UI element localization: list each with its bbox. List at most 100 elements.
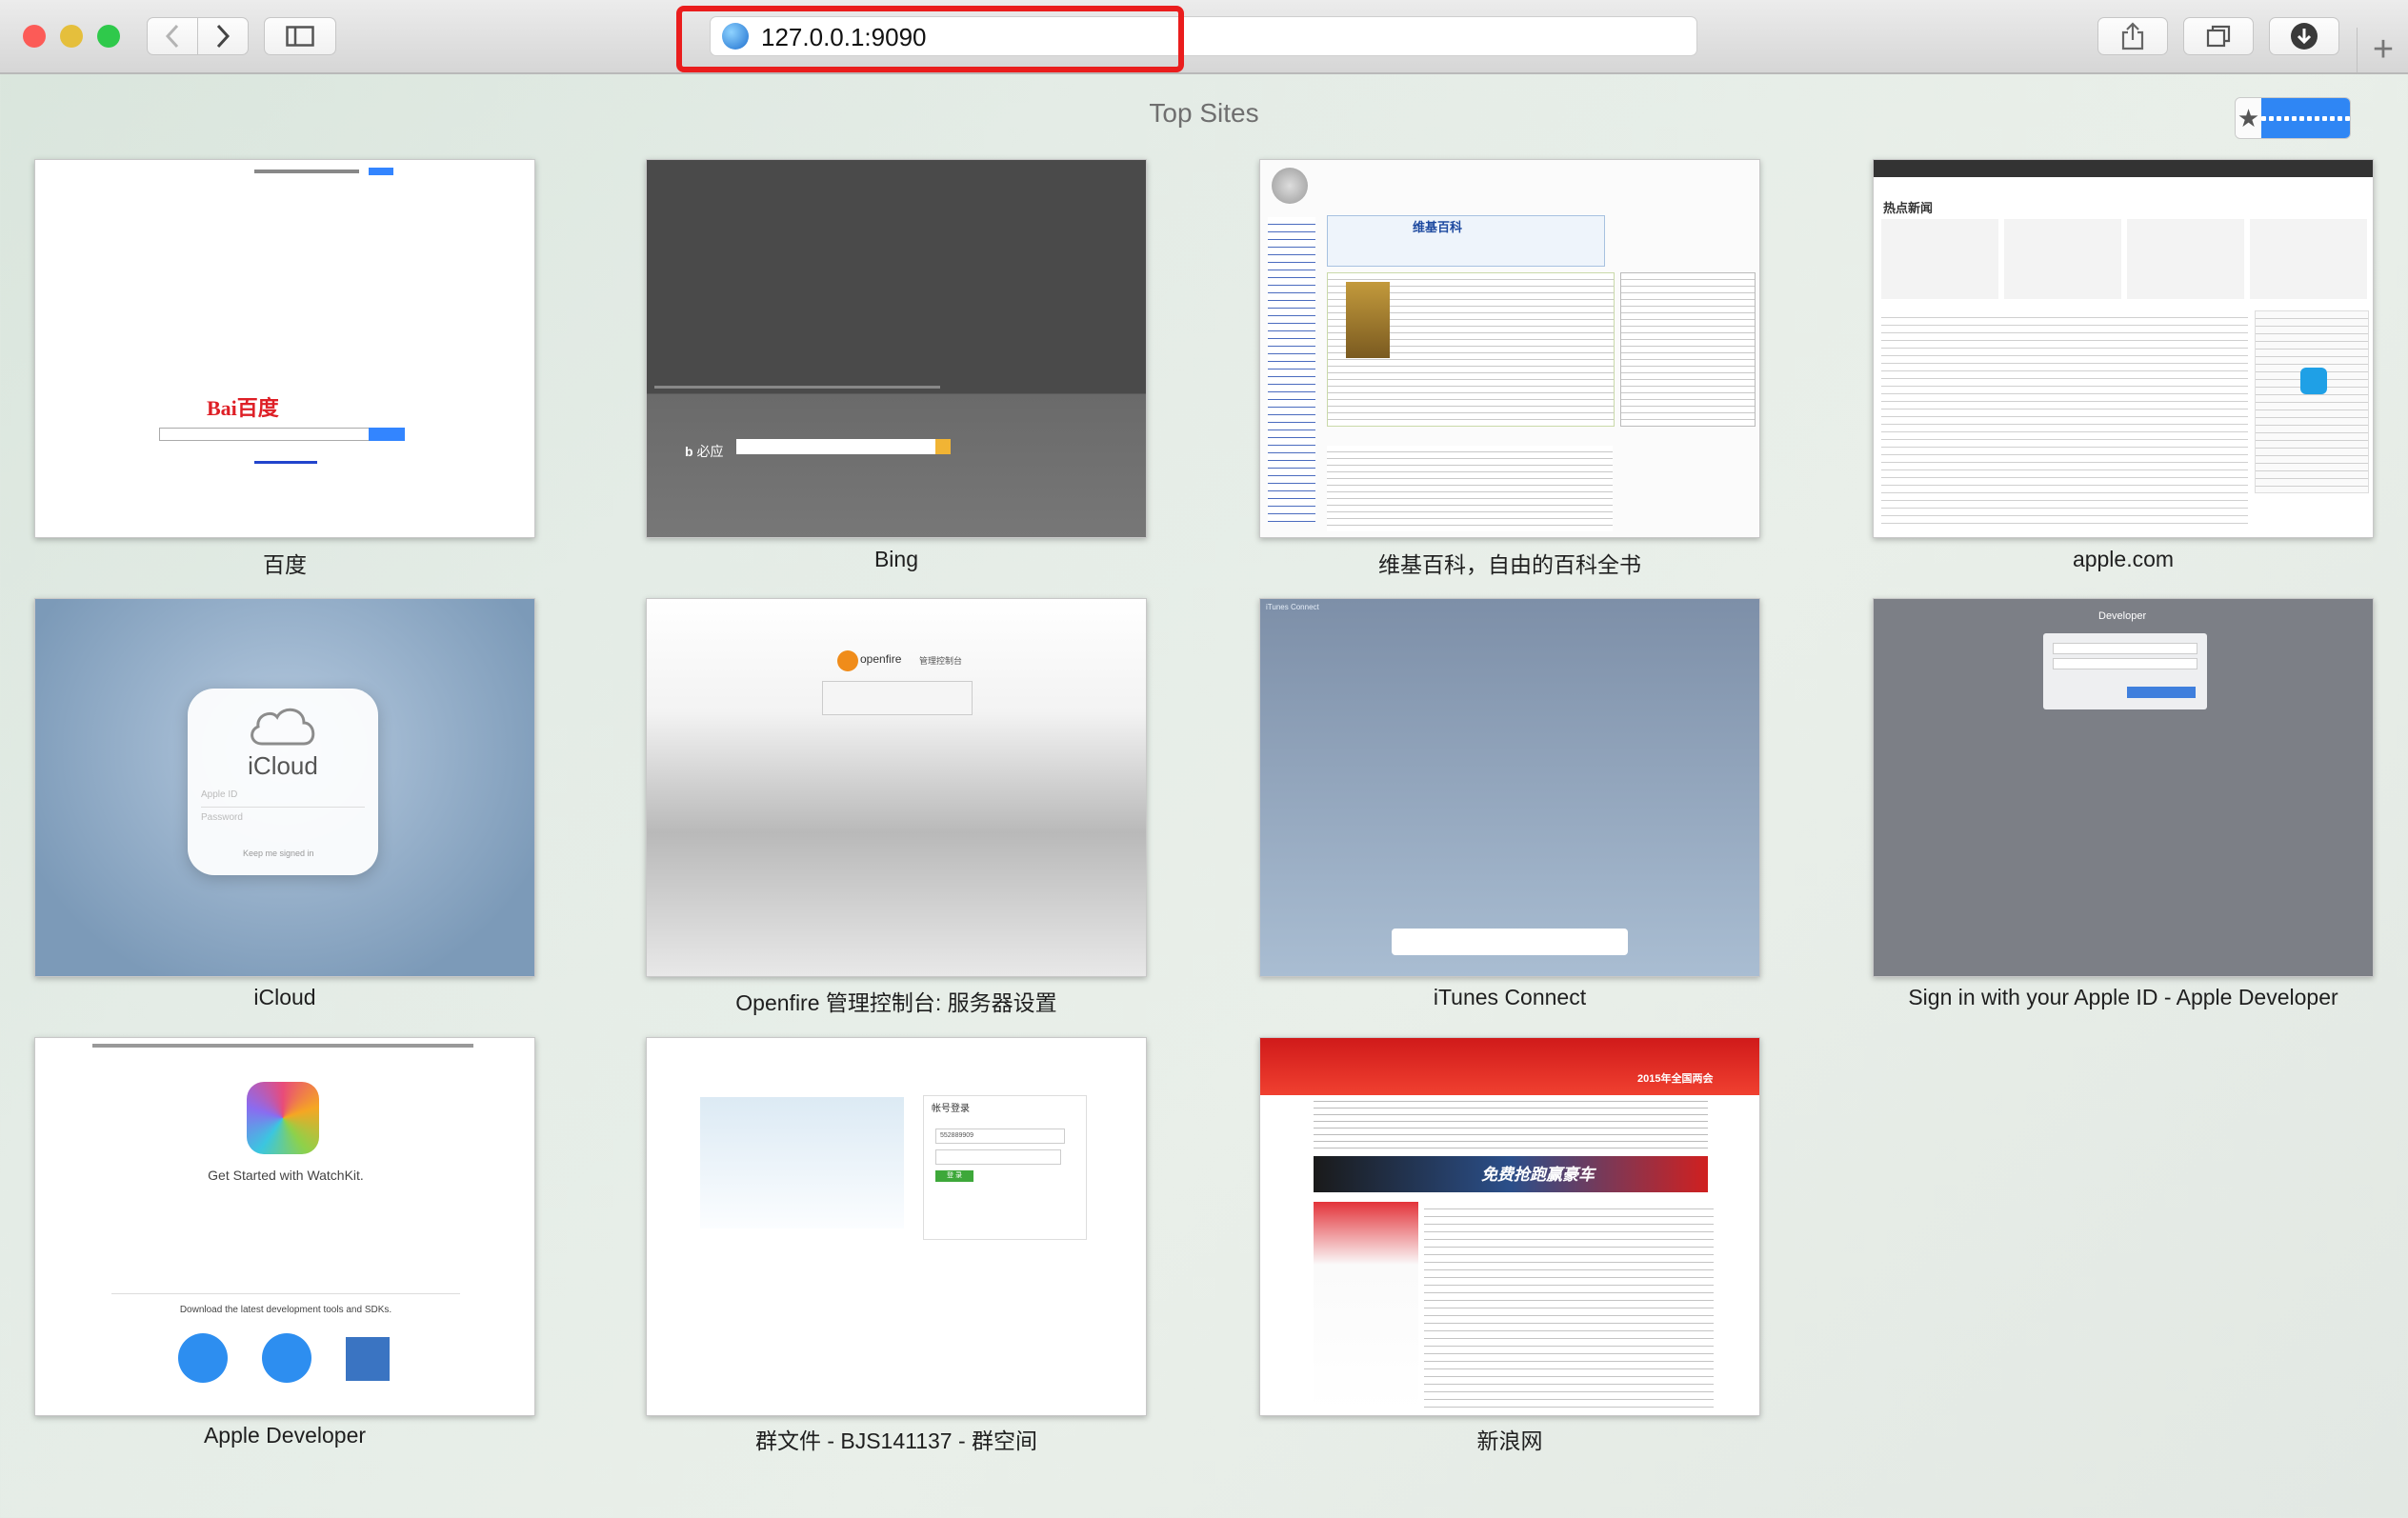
developer-heading: Developer [2098, 610, 2147, 622]
browser-toolbar: 127.0.0.1:9090 + [0, 0, 2408, 74]
back-button[interactable] [147, 17, 198, 55]
site-tile-sina[interactable]: 2015年全国两会 免费抢跑赢豪车 [1259, 1037, 1760, 1416]
sina-news-list [1424, 1202, 1714, 1411]
site-label-itunes-connect: iTunes Connect [1433, 985, 1587, 1009]
apple-products [1881, 219, 2367, 299]
nav-links [254, 170, 359, 173]
minimize-window-button[interactable] [60, 25, 83, 48]
site-label-developer-signin: Sign in with your Apple ID - Apple Devel… [1908, 985, 2338, 1009]
new-tab-button[interactable]: + [2357, 28, 2408, 72]
wiki-banner [1327, 215, 1605, 267]
site-tile-bing[interactable]: b 必应 [646, 159, 1147, 538]
bing-search-box [736, 439, 942, 454]
openfire-login-box [822, 681, 973, 715]
apple-heading: 热点新闻 [1883, 201, 1934, 215]
apple-news-list [1881, 310, 2248, 529]
baidu-search-button [369, 428, 405, 441]
cloud-icon [251, 708, 315, 746]
site-tile-openfire[interactable]: openfire 管理控制台 [646, 598, 1147, 977]
share-button[interactable] [2097, 17, 2168, 55]
site-tile-apple[interactable]: 热点新闻 [1873, 159, 2374, 538]
login-heading: 帐号登录 [932, 1104, 970, 1114]
link-line [254, 461, 317, 464]
sina-left-column [1314, 1202, 1418, 1411]
xcode-icon [346, 1337, 390, 1381]
ad-banner-text: 免费抢跑赢豪车 [1481, 1166, 1595, 1184]
zoom-window-button[interactable] [97, 25, 120, 48]
site-label-qun-space: 群文件 - BJS141137 - 群空间 [754, 1428, 1038, 1453]
tabs-icon [2206, 25, 2231, 48]
openfire-logo-icon [837, 650, 858, 671]
itunes-header: iTunes Connect [1266, 603, 1319, 611]
site-label-baidu: 百度 [263, 552, 307, 577]
site-tile-apple-developer[interactable]: Get Started with WatchKit. Download the … [34, 1037, 535, 1416]
openfire-logo: openfire [860, 652, 902, 666]
site-label-sina: 新浪网 [1476, 1428, 1543, 1453]
top-sites-view-button[interactable] [2261, 98, 2350, 138]
login-badge [369, 168, 393, 175]
keep-signed-in: Keep me signed in [243, 849, 314, 858]
site-tile-developer-signin[interactable]: Developer [1873, 598, 2374, 977]
site-tile-baidu[interactable]: Bai百度 [34, 159, 535, 538]
forward-button[interactable] [197, 17, 249, 55]
bing-search-button [935, 439, 951, 454]
chevron-right-icon [216, 24, 231, 49]
star-icon: ★ [2237, 103, 2260, 132]
itunes-footer-box [1392, 929, 1628, 955]
site-label-bing: Bing [873, 547, 919, 571]
top-sites-title: Top Sites [1149, 98, 1259, 128]
favorites-view-button[interactable]: ★ [2236, 98, 2261, 138]
wiki-image [1346, 282, 1390, 358]
site-label-apple-developer: Apple Developer [203, 1423, 367, 1448]
sina-header [1260, 1038, 1759, 1095]
site-label-icloud: iCloud [253, 985, 316, 1009]
close-window-button[interactable] [23, 25, 46, 48]
site-tile-icloud[interactable]: iCloud Apple ID Password Keep me signed … [34, 598, 535, 977]
mac-app-store-icon [262, 1333, 311, 1383]
site-label-apple: apple.com [2072, 547, 2175, 571]
plus-icon: + [2372, 30, 2395, 70]
wiki-didyouknow [1327, 446, 1613, 531]
penguin-image [700, 1097, 904, 1228]
wikipedia-globe [1272, 168, 1308, 204]
download-tools-text: Download the latest development tools an… [179, 1305, 392, 1315]
site-label-wikipedia: 维基百科，自由的百科全书 [1378, 552, 1641, 577]
app-store-icon [2300, 368, 2327, 394]
icloud-login-card: iCloud Apple ID Password Keep me signed … [188, 689, 378, 875]
bing-nav [654, 386, 940, 389]
show-tabs-button[interactable] [2183, 17, 2254, 55]
watchkit-heading: Get Started with WatchKit. [208, 1168, 364, 1183]
apple-id-field: Apple ID [201, 789, 238, 800]
site-tile-qun-space[interactable]: 帐号登录 552889909 登 录 [646, 1037, 1147, 1416]
section-divider [111, 1293, 460, 1294]
address-highlight-annotation [676, 6, 1184, 72]
site-tile-itunes-connect[interactable]: iTunes Connect [1259, 598, 1760, 977]
downloads-button[interactable] [2269, 17, 2339, 55]
openfire-subtitle: 管理控制台 [919, 656, 963, 666]
field-divider [201, 807, 365, 808]
account-field: 552889909 [935, 1129, 1065, 1144]
dev-nav [92, 1044, 473, 1048]
download-icon [2291, 23, 2318, 50]
qun-login-box: 帐号登录 552889909 登 录 [923, 1095, 1087, 1240]
apple-nav [1874, 160, 2373, 177]
sina-nav-links [1314, 1095, 1708, 1150]
grid-icon [2261, 115, 2350, 121]
sidebar-toggle-button[interactable] [264, 17, 336, 55]
wiki-heading: 维基百科 [1413, 220, 1463, 234]
chevron-left-icon [165, 24, 179, 49]
wiki-news [1620, 272, 1756, 427]
login-button: 登 录 [935, 1170, 973, 1182]
developer-login-box [2043, 633, 2207, 709]
top-sites-view-toggle: ★ [2235, 97, 2351, 139]
password-field: Password [201, 812, 243, 823]
site-tile-wikipedia[interactable]: 维基百科 [1259, 159, 1760, 538]
sidebar-icon [286, 26, 314, 47]
wiki-sidebar [1268, 217, 1315, 522]
baidu-logo: Bai百度 [207, 396, 279, 420]
baidu-search-box [159, 428, 371, 441]
apple-side-panel [2255, 310, 2369, 493]
bing-logo: b 必应 [685, 444, 724, 459]
lianghui-banner: 2015年全国两会 [1637, 1073, 1714, 1085]
icloud-heading: iCloud [248, 751, 318, 780]
